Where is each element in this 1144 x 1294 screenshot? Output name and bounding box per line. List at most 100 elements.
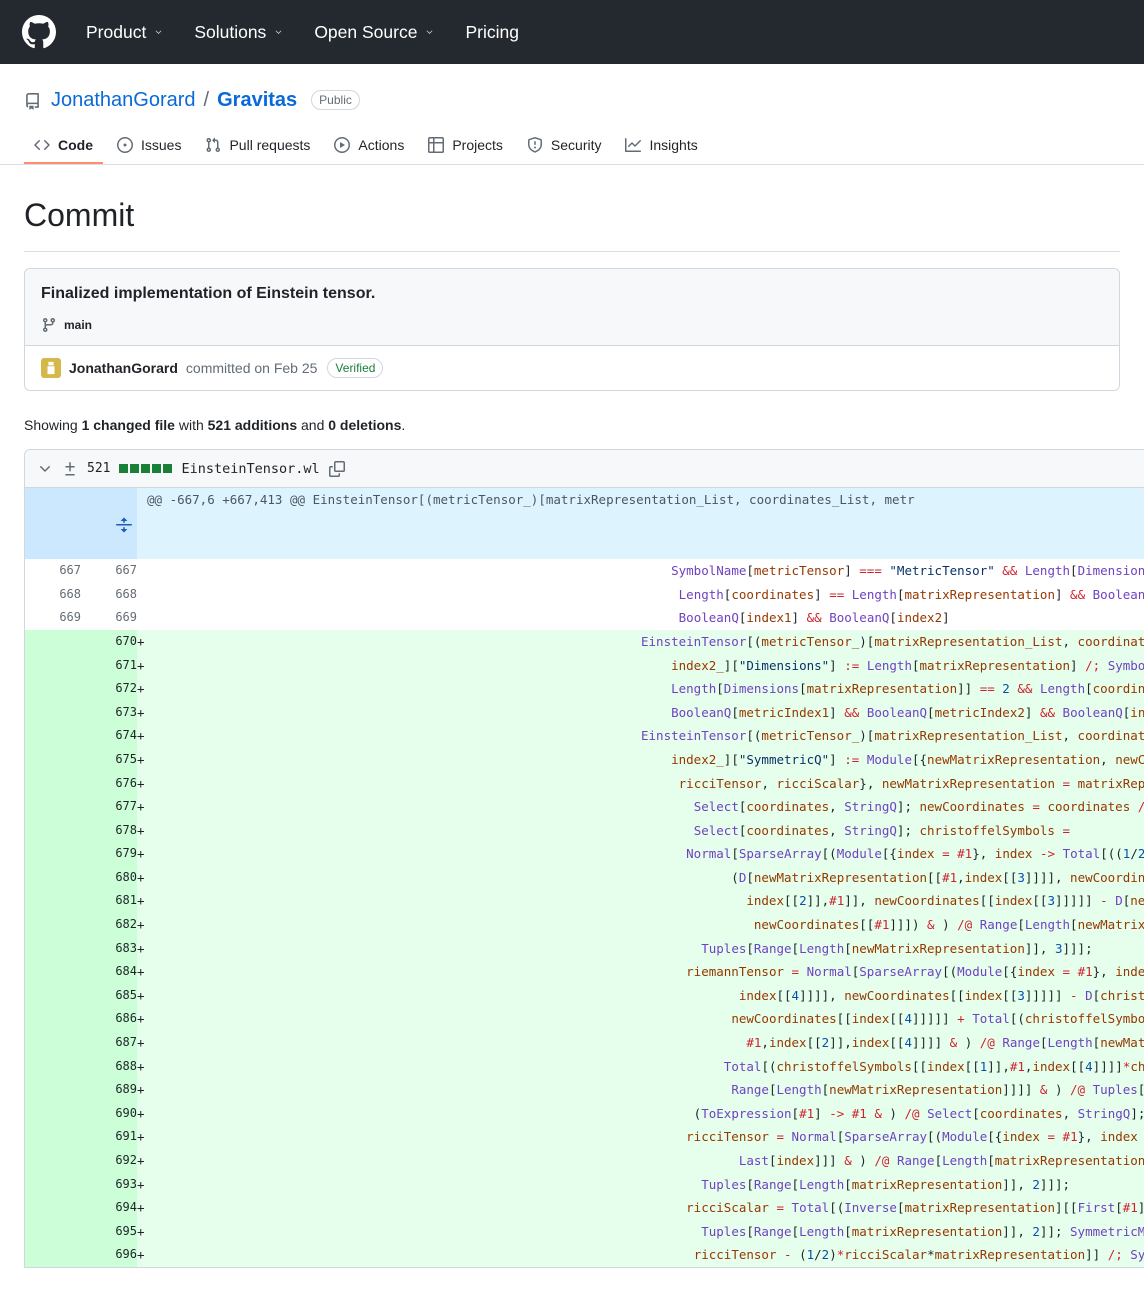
diff-old-line-number[interactable] [25,913,81,937]
diff-old-line-number[interactable] [25,1172,81,1197]
tab-issues[interactable]: Issues [107,130,191,164]
diff-new-line-number[interactable]: 673 [81,700,137,725]
diff-new-line-number[interactable]: 669 [81,606,137,630]
tab-code[interactable]: Code [24,130,103,164]
diff-line-code: #1,index[[2]],index[[4]]]] & ) /@ Range[… [641,1031,1144,1055]
diff-new-line-number[interactable]: 694 [81,1196,137,1220]
diff-new-line-number[interactable]: 674 [81,724,137,748]
diff-old-line-number[interactable] [25,1007,81,1032]
nav-item-pricing[interactable]: Pricing [465,22,519,43]
diff-old-line-number[interactable] [25,818,81,843]
diff-old-line-number[interactable] [25,1243,81,1267]
diff-new-line-number[interactable]: 675 [81,747,137,772]
diff-new-line-number[interactable]: 687 [81,1031,137,1055]
branch-name[interactable]: main [64,318,92,332]
diff-new-line-number[interactable]: 685 [81,983,137,1008]
diff-old-line-number[interactable] [25,1219,81,1244]
code-token: coordinates_List [1077,633,1144,649]
code-token: [[ [979,893,995,909]
code-token: index [768,1035,807,1051]
diff-old-line-number[interactable] [25,1054,81,1079]
diff-file-name[interactable]: EinsteinTensor.wl [181,461,319,477]
diff-old-line-number[interactable] [25,1149,81,1173]
diff-new-line-number[interactable]: 681 [81,889,137,914]
diff-old-line-number[interactable] [25,1101,81,1126]
diff-new-line-number[interactable]: 692 [81,1149,137,1173]
diff-new-line-number[interactable]: 667 [81,559,137,583]
diff-old-line-number[interactable] [25,771,81,796]
diff-new-line-number[interactable]: 689 [81,1078,137,1102]
tab-pull-requests[interactable]: Pull requests [195,130,320,164]
github-mark-icon[interactable] [22,15,56,49]
diff-old-line-number[interactable]: 668 [25,582,81,607]
code-token: Range [979,917,1018,933]
diff-old-line-number[interactable] [25,889,81,914]
diff-old-line-number[interactable] [25,629,81,654]
nav-item-open-source[interactable]: Open Source [314,22,435,43]
tab-security[interactable]: Security [517,130,612,164]
diff-old-line-number[interactable]: 669 [25,606,81,630]
diff-old-line-number[interactable] [25,936,81,961]
hunk-expand-button[interactable] [25,488,137,560]
diff-old-line-number[interactable] [25,865,81,890]
diff-new-line-number[interactable]: 679 [81,842,137,866]
tab-actions[interactable]: Actions [324,130,414,164]
diff-new-line-number[interactable]: 686 [81,1007,137,1032]
diff-old-line-number[interactable] [25,960,81,984]
diff-new-line-number[interactable]: 678 [81,818,137,843]
diff-new-line-number[interactable]: 691 [81,1125,137,1150]
diff-line-marker: + [137,889,641,914]
diff-line-code: Total[(christoffelSymbols[[index[[1]],#1… [641,1054,1144,1079]
diff-old-line-number[interactable] [25,795,81,819]
diff-new-line-number[interactable]: 683 [81,936,137,961]
diff-new-line-number[interactable]: 677 [81,795,137,819]
diff-old-line-number[interactable]: 667 [25,559,81,583]
diff-new-line-number[interactable]: 696 [81,1243,137,1267]
diff-old-line-number[interactable] [25,1078,81,1102]
code-token: BooleanQ [866,704,928,720]
diff-new-line-number[interactable]: 682 [81,913,137,937]
repo-owner-link[interactable]: JonathanGorard [51,88,196,112]
verified-badge[interactable]: Verified [327,358,384,379]
commit-author-row: JonathanGorard committed on Feb 25 Verif… [25,345,1119,391]
diff-icon[interactable] [62,461,78,477]
diff-new-line-number[interactable]: 688 [81,1054,137,1079]
diff-old-line-number[interactable] [25,700,81,725]
diff-new-line-number[interactable]: 676 [81,771,137,796]
diff-new-line-number[interactable]: 680 [81,865,137,890]
diff-new-line-number[interactable]: 668 [81,582,137,607]
diff-new-line-number[interactable]: 693 [81,1172,137,1197]
diff-old-line-number[interactable] [25,724,81,748]
diff-new-line-number[interactable]: 670 [81,629,137,654]
code-token: ]] [957,681,980,697]
diff-new-line-number[interactable]: 690 [81,1101,137,1126]
tab-insights[interactable]: Insights [615,130,707,164]
copy-icon[interactable] [328,460,345,477]
diff-old-line-number[interactable] [25,983,81,1008]
diff-old-line-number[interactable] [25,842,81,866]
nav-item-solutions[interactable]: Solutions [194,22,284,43]
diff-new-line-number[interactable]: 684 [81,960,137,984]
diff-old-line-number[interactable] [25,677,81,701]
diff-old-line-number[interactable] [25,1125,81,1150]
diff-new-line-number[interactable]: 672 [81,677,137,701]
diff-old-line-number[interactable] [25,747,81,772]
tab-projects[interactable]: Projects [418,130,513,164]
diff-old-line-number[interactable] [25,653,81,678]
repo-name-link[interactable]: Gravitas [217,88,297,112]
diff-old-line-number[interactable] [25,1196,81,1220]
code-token: 2 [1138,846,1144,861]
nav-item-product[interactable]: Product [86,22,164,43]
diff-new-line-number[interactable]: 671 [81,653,137,678]
avatar[interactable] [41,358,61,379]
diff-new-line-number[interactable]: 695 [81,1219,137,1244]
chevron-down-icon[interactable] [37,461,53,477]
commit-author-link[interactable]: JonathanGorard [69,360,178,376]
diff-old-line-number[interactable] [25,1031,81,1055]
